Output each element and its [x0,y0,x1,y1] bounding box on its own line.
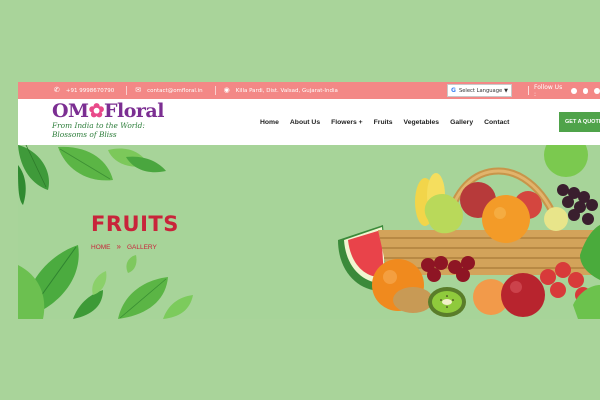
page-banner: FRUITS HOME » GALLERY [18,145,600,319]
flower-icon: ✿ [88,100,105,122]
facebook-icon[interactable] [570,87,577,94]
top-info-bar: ✆ +91 9998670790 ✉ contact@omfloral.in ◉… [18,82,600,99]
instagram-icon[interactable] [582,87,589,94]
divider [126,86,128,95]
web-page: ✆ +91 9998670790 ✉ contact@omfloral.in ◉… [18,82,600,319]
address-info: ◉ Killa Pardi, Dist. Valsad, Gujarat-Ind… [224,87,338,94]
email-address: contact@omfloral.in [147,87,203,94]
site-logo[interactable]: OM✿Floral From India to the World: Bloss… [52,100,164,144]
site-header: OM✿Floral From India to the World: Bloss… [18,99,600,145]
nav-flowers[interactable]: Flowers + [331,119,363,126]
breadcrumb: HOME » GALLERY [91,243,157,251]
language-select-label: Select Language [458,87,503,94]
email-contact[interactable]: ✉ contact@omfloral.in [135,87,202,94]
email-icon: ✉ [135,86,142,94]
get-a-quote-button[interactable]: GET A QUOTE [559,112,600,132]
divider [528,86,529,95]
logo-tagline-2: Blossoms of Bliss [52,130,117,139]
nav-fruits[interactable]: Fruits [374,119,393,126]
caret-down-icon: ▼ [504,88,508,94]
language-select[interactable]: G Select Language ▼ [447,84,512,97]
phone-number: +91 9998670790 [65,87,115,94]
logo-title-floral: Floral [104,100,164,122]
social-follow: Follow Us : [528,82,600,99]
nav-contact[interactable]: Contact [484,119,509,126]
breadcrumb-current: GALLERY [126,243,157,251]
page-title: FRUITS [91,212,179,236]
divider [214,86,216,95]
address-text: Killa Pardi, Dist. Valsad, Gujarat-India [235,87,338,94]
main-nav: Home About Us Flowers + Fruits Vegetable… [260,99,520,145]
logo-tagline-1: From India to the World: [52,121,145,130]
nav-home[interactable]: Home [260,119,279,126]
youtube-icon[interactable] [594,87,600,94]
nav-vegetables[interactable]: Vegetables [404,119,440,126]
google-icon: G [451,87,456,94]
fruit-basket-image [338,145,600,319]
logo-title-om: OM [52,100,89,122]
phone-icon: ✆ [54,86,60,94]
breadcrumb-separator: » [116,242,121,251]
nav-gallery[interactable]: Gallery [450,119,473,126]
phone-contact[interactable]: ✆ +91 9998670790 [54,87,114,94]
location-pin-icon: ◉ [223,86,230,94]
follow-label: Follow Us : [533,83,563,98]
logo-title: OM✿Floral [52,100,164,122]
breadcrumb-home[interactable]: HOME [91,244,111,251]
nav-about-us[interactable]: About Us [290,119,320,126]
